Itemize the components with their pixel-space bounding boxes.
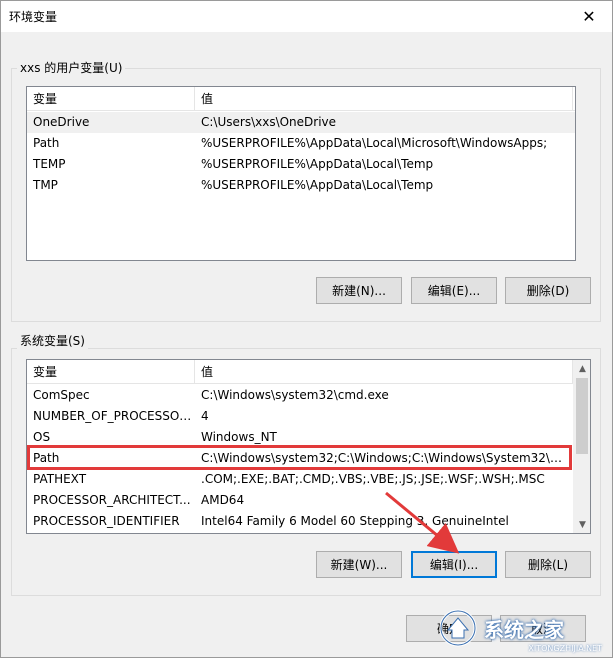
var-name: OS (33, 430, 51, 444)
var-name: TEMP (33, 157, 66, 171)
var-name: TMP (33, 178, 58, 192)
list-item[interactable]: TEMP %USERPROFILE%\AppData\Local\Temp (27, 154, 575, 175)
scroll-up-icon[interactable]: ▲ (574, 360, 590, 377)
var-value: %USERPROFILE%\AppData\Local\Microsoft\Wi… (201, 136, 548, 150)
user-vars-list-header: 变量 值 (27, 87, 575, 111)
scroll-thumb[interactable] (576, 378, 588, 454)
title-bar: 环境变量 ✕ (1, 1, 612, 32)
column-header-variable[interactable]: 变量 (27, 87, 195, 111)
var-name: PATHEXT (33, 472, 87, 486)
var-value: C:\Users\xxs\OneDrive (201, 115, 337, 129)
var-value: .COM;.EXE;.BAT;.CMD;.VBS;.VBE;.JS;.JSE;.… (201, 472, 545, 486)
var-name: ComSpec (33, 388, 90, 402)
system-new-button[interactable]: 新建(W)... (316, 551, 402, 578)
var-value: C:\Windows\system32;C:\Windows;C:\Window… (201, 451, 573, 465)
var-value: Intel64 Family 6 Model 60 Stepping 3, Ge… (201, 514, 509, 528)
list-item[interactable]: OneDrive C:\Users\xxs\OneDrive (27, 112, 575, 133)
system-edit-button[interactable]: 编辑(I)... (411, 551, 497, 578)
column-header-value[interactable]: 值 (195, 360, 573, 384)
var-name: PROCESSOR_IDENTIFIER (33, 514, 180, 528)
list-item[interactable]: Path %USERPROFILE%\AppData\Local\Microso… (27, 133, 575, 154)
var-name: NUMBER_OF_PROCESSORS (33, 409, 195, 423)
var-value: Windows_NT (201, 430, 277, 444)
environment-variables-dialog: 环境变量 ✕ xxs 的用户变量(U) 变量 值 OneDrive C:\Use… (0, 0, 613, 658)
user-vars-group-label: xxs 的用户变量(U) (17, 59, 126, 76)
list-item[interactable]: TMP %USERPROFILE%\AppData\Local\Temp (27, 175, 575, 196)
system-delete-button[interactable]: 删除(L) (505, 551, 591, 578)
var-name: Path (33, 136, 60, 150)
list-item[interactable]: ComSpec C:\Windows\system32\cmd.exe (27, 385, 573, 406)
list-item-path[interactable]: Path C:\Windows\system32;C:\Windows;C:\W… (27, 448, 573, 469)
list-item[interactable]: NUMBER_OF_PROCESSORS 4 (27, 406, 573, 427)
user-edit-button[interactable]: 编辑(E)... (411, 277, 497, 304)
system-vars-list[interactable]: 变量 值 ComSpec C:\Windows\system32\cmd.exe… (26, 359, 591, 534)
watermark-logo-icon (439, 609, 477, 647)
site-watermark: 系统之家 XITONGZHIJIA.NET (438, 601, 608, 655)
close-icon[interactable]: ✕ (566, 1, 612, 32)
watermark-text: 系统之家 (484, 617, 564, 642)
var-name: Path (33, 451, 60, 465)
var-name: PROCESSOR_ARCHITECT... (33, 493, 191, 507)
system-vars-group-label: 系统变量(S) (17, 332, 88, 349)
var-name: OneDrive (33, 115, 90, 129)
user-delete-button[interactable]: 删除(D) (505, 277, 591, 304)
var-value: C:\Windows\system32\cmd.exe (201, 388, 389, 402)
var-value: %USERPROFILE%\AppData\Local\Temp (201, 157, 434, 171)
window-title: 环境变量 (9, 10, 58, 24)
system-vars-list-header: 变量 值 (27, 360, 573, 384)
vertical-scrollbar[interactable]: ▲ ▼ (573, 360, 590, 533)
list-item[interactable]: PATHEXT .COM;.EXE;.BAT;.CMD;.VBS;.VBE;.J… (27, 469, 573, 490)
column-header-value[interactable]: 值 (195, 87, 573, 111)
var-value: AMD64 (201, 493, 245, 507)
list-item[interactable]: PROCESSOR_ARCHITECT... AMD64 (27, 490, 573, 511)
user-new-button[interactable]: 新建(N)... (316, 277, 402, 304)
var-value: 4 (201, 409, 209, 423)
var-value: %USERPROFILE%\AppData\Local\Temp (201, 178, 434, 192)
watermark-subtext: XITONGZHIJIA.NET (528, 644, 602, 653)
list-item[interactable]: OS Windows_NT (27, 427, 573, 448)
column-header-variable[interactable]: 变量 (27, 360, 195, 384)
user-vars-list[interactable]: 变量 值 OneDrive C:\Users\xxs\OneDrive Path… (26, 86, 576, 261)
list-item[interactable]: PROCESSOR_IDENTIFIER Intel64 Family 6 Mo… (27, 511, 573, 532)
scroll-down-icon[interactable]: ▼ (574, 516, 590, 533)
